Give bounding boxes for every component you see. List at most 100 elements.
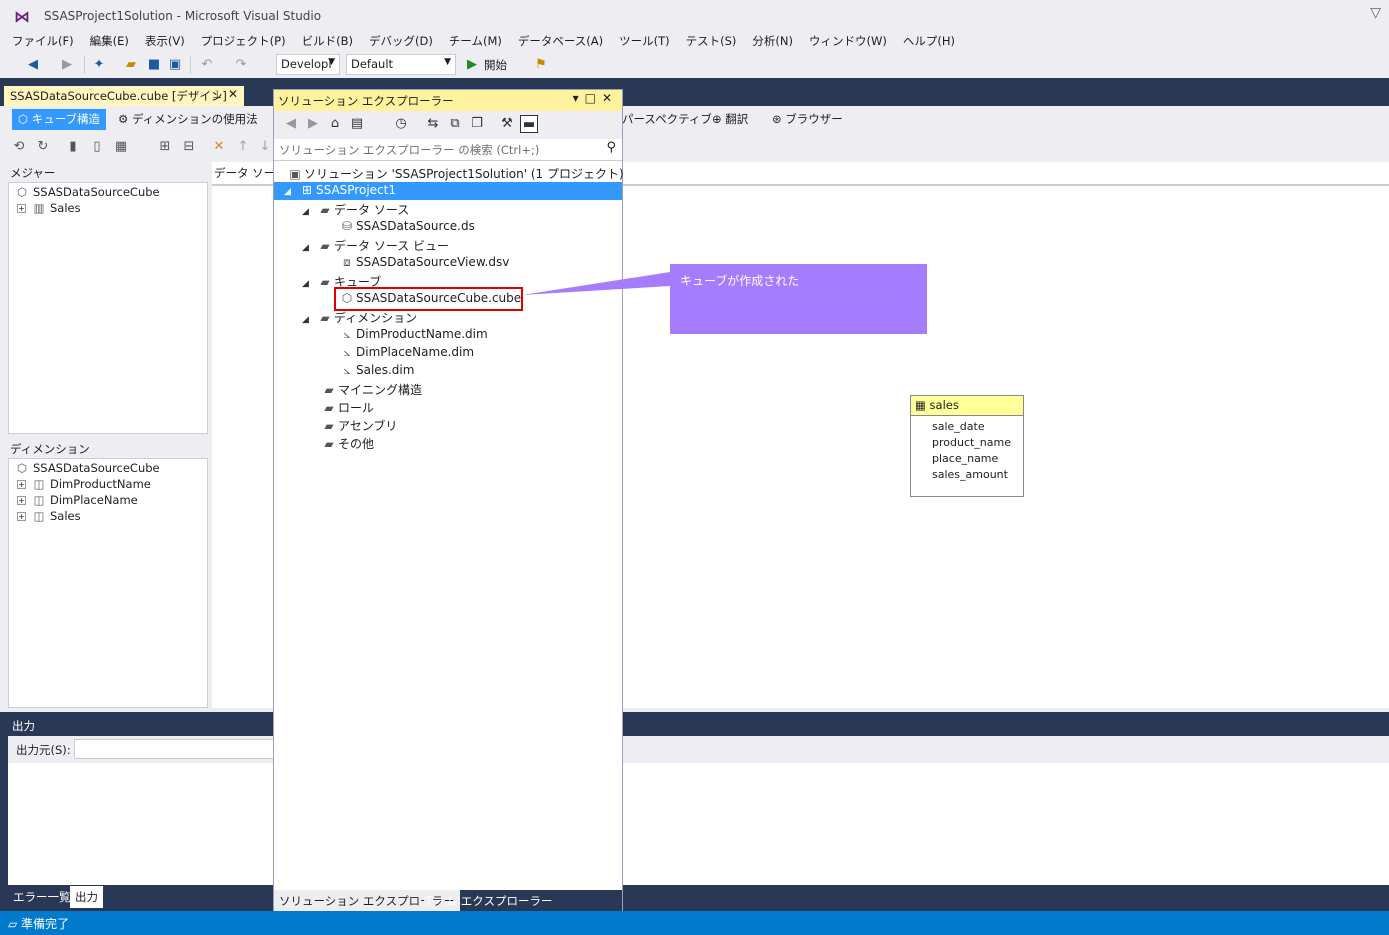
add-table-icon[interactable]: ⊞	[156, 138, 174, 156]
new-project-icon[interactable]: ✦	[90, 56, 108, 74]
move-up-icon[interactable]: ↑	[234, 138, 252, 156]
solution-explorer-titlebar[interactable]: ソリューション エクスプローラー ▾□✕	[274, 90, 622, 111]
tab-team-explorer[interactable]: チーム エクスプローラー	[418, 890, 557, 911]
output-pane[interactable]	[8, 763, 1389, 885]
save-icon[interactable]: ■	[145, 56, 163, 74]
table-column[interactable]: place_name	[911, 451, 1023, 467]
forward-icon[interactable]: ▶	[304, 115, 322, 133]
file-dimension[interactable]: ⦣ DimProductName.dim	[338, 326, 488, 344]
undo-icon[interactable]: ↶	[198, 56, 216, 74]
process-icon[interactable]: ⟲	[10, 138, 28, 156]
solution-node[interactable]: ▣ ソリューション 'SSASProject1Solution' (1 プロジェク…	[286, 164, 623, 182]
tab-output[interactable]: 出力	[70, 886, 103, 908]
delete-icon[interactable]: ✕	[210, 138, 228, 156]
search-icon[interactable]: ⚲	[606, 140, 616, 155]
dimensions-root[interactable]: ⬡ SSASDataSourceCube	[15, 461, 160, 475]
table-header[interactable]: ▦ sales	[911, 396, 1023, 416]
menu-analyze[interactable]: 分析(N)	[746, 31, 799, 52]
collapse-all-icon[interactable]: ⧉	[446, 115, 464, 133]
table-column[interactable]: product_name	[911, 435, 1023, 451]
file-dsv[interactable]: ⧈ SSASDataSourceView.dsv	[338, 254, 509, 272]
folder-datasource[interactable]: ◢ ▰ データ ソース	[302, 200, 409, 218]
solution-config-select[interactable]: Developi ▼	[276, 54, 340, 75]
folder-other[interactable]: ▰ その他	[320, 434, 374, 452]
solution-explorer-search[interactable]: ソリューション エクスプローラー の検索 (Ctrl+;) ⚲	[274, 139, 622, 161]
collapse-icon[interactable]: ◢	[302, 207, 316, 217]
home-icon[interactable]: ⌂	[326, 115, 344, 133]
close-icon[interactable]: ✕	[602, 91, 618, 105]
file-dimension[interactable]: ⦣ Sales.dim	[338, 362, 415, 380]
menu-tools[interactable]: ツール(T)	[613, 31, 676, 52]
file-dimension[interactable]: ⦣ DimPlaceName.dim	[338, 344, 474, 362]
window-menu-icon[interactable]: ▾	[573, 91, 585, 105]
collapse-icon[interactable]: ◢	[302, 315, 316, 325]
tab-error-list[interactable]: エラー一覧	[8, 886, 76, 908]
move-down-icon[interactable]: ↓	[256, 138, 274, 156]
menu-database[interactable]: データベース(A)	[512, 31, 609, 52]
properties-icon[interactable]: ⚒	[498, 115, 516, 133]
measures-root[interactable]: ⬡ SSASDataSourceCube	[15, 185, 160, 199]
sync-icon[interactable]: ⇆	[424, 115, 442, 133]
menu-team[interactable]: チーム(M)	[443, 31, 508, 52]
back-icon[interactable]: ◀	[282, 115, 300, 133]
table-column[interactable]: sales_amount	[911, 467, 1023, 483]
menu-project[interactable]: プロジェクト(P)	[195, 31, 292, 52]
measure-group-sales[interactable]: + ▥ Sales	[17, 201, 81, 215]
dimension-item[interactable]: + ◫ Sales	[17, 509, 81, 523]
back-icon[interactable]: ◀	[24, 56, 42, 74]
menu-edit[interactable]: 編集(E)	[84, 31, 135, 52]
folder-mining[interactable]: ▰ マイニング構造	[320, 380, 422, 398]
dimension-item[interactable]: + ◫ DimProductName	[17, 477, 151, 491]
tab-browser[interactable]: ⊛ ブラウザー	[766, 109, 849, 130]
dimension-item[interactable]: + ◫ DimPlaceName	[17, 493, 138, 507]
menu-file[interactable]: ファイル(F)	[6, 31, 80, 52]
folder-role[interactable]: ▰ ロール	[320, 398, 374, 416]
preview-icon[interactable]: ▬	[520, 115, 538, 133]
close-icon[interactable]: ✕	[228, 87, 238, 101]
copy-icon[interactable]: ❐	[468, 115, 486, 133]
switch-views-icon[interactable]: ▤	[348, 115, 366, 133]
tab-cube-structure[interactable]: ⬡ キューブ構造	[12, 109, 107, 130]
menu-test[interactable]: テスト(S)	[680, 31, 743, 52]
output-source-select[interactable]	[74, 739, 274, 759]
expand-icon[interactable]: +	[17, 204, 26, 213]
sales-table[interactable]: ▦ sales sale_date product_name place_nam…	[910, 395, 1024, 497]
refresh-icon[interactable]: ↻	[34, 138, 52, 156]
new-measure-group-icon[interactable]: ▯	[88, 138, 106, 156]
start-icon[interactable]: ▶	[463, 56, 481, 74]
redo-icon[interactable]: ↷	[232, 56, 250, 74]
file-datasource[interactable]: ⛁ SSASDataSource.ds	[338, 218, 475, 236]
solution-platform-select[interactable]: Default ▼	[346, 54, 456, 75]
tab-perspectives[interactable]: パースペクティブ	[616, 109, 718, 130]
menu-view[interactable]: 表示(V)	[139, 31, 191, 52]
menu-build[interactable]: ビルド(B)	[296, 31, 359, 52]
table-column[interactable]: sale_date	[911, 419, 1023, 435]
menu-help[interactable]: ヘルプ(H)	[897, 31, 961, 52]
project-node[interactable]: ◢ ⊞ SSASProject1	[274, 182, 622, 200]
expand-icon[interactable]: +	[17, 512, 26, 521]
save-all-icon[interactable]: ▣	[166, 56, 184, 74]
tab-translations[interactable]: ⊕ 翻訳	[706, 109, 754, 130]
menu-window[interactable]: ウィンドウ(W)	[803, 31, 893, 52]
find-icon[interactable]: ⚑	[532, 56, 550, 74]
pin-icon[interactable]: ⊥	[212, 88, 222, 101]
folder-assembly[interactable]: ▰ アセンブリ	[320, 416, 397, 434]
collapse-icon[interactable]: ◢	[284, 187, 298, 197]
expand-icon[interactable]: +	[17, 496, 26, 505]
open-file-icon[interactable]: ▰	[122, 56, 140, 74]
grid-view-icon[interactable]: ▦	[112, 138, 130, 156]
feedback-icon[interactable]: ▽	[1370, 5, 1381, 21]
folder-dsv[interactable]: ◢ ▰ データ ソース ビュー	[302, 236, 449, 254]
new-measure-icon[interactable]: ▮	[64, 138, 82, 156]
show-tables-icon[interactable]: ⊟	[180, 138, 198, 156]
collapse-icon[interactable]: ◢	[302, 243, 316, 253]
expand-icon[interactable]: +	[17, 480, 26, 489]
forward-icon[interactable]: ▶	[58, 56, 76, 74]
menu-debug[interactable]: デバッグ(D)	[363, 31, 439, 52]
maximize-icon[interactable]: □	[585, 91, 602, 105]
doc-tab-cube-design[interactable]: SSASDataSourceCube.cube [デザイン] ⊥ ✕	[4, 86, 244, 106]
start-button[interactable]: 開始	[484, 57, 507, 73]
tab-dimension-usage[interactable]: ⚙ ディメンションの使用法	[112, 109, 264, 130]
pending-changes-icon[interactable]: ◷	[392, 115, 410, 133]
collapse-icon[interactable]: ◢	[302, 279, 316, 289]
